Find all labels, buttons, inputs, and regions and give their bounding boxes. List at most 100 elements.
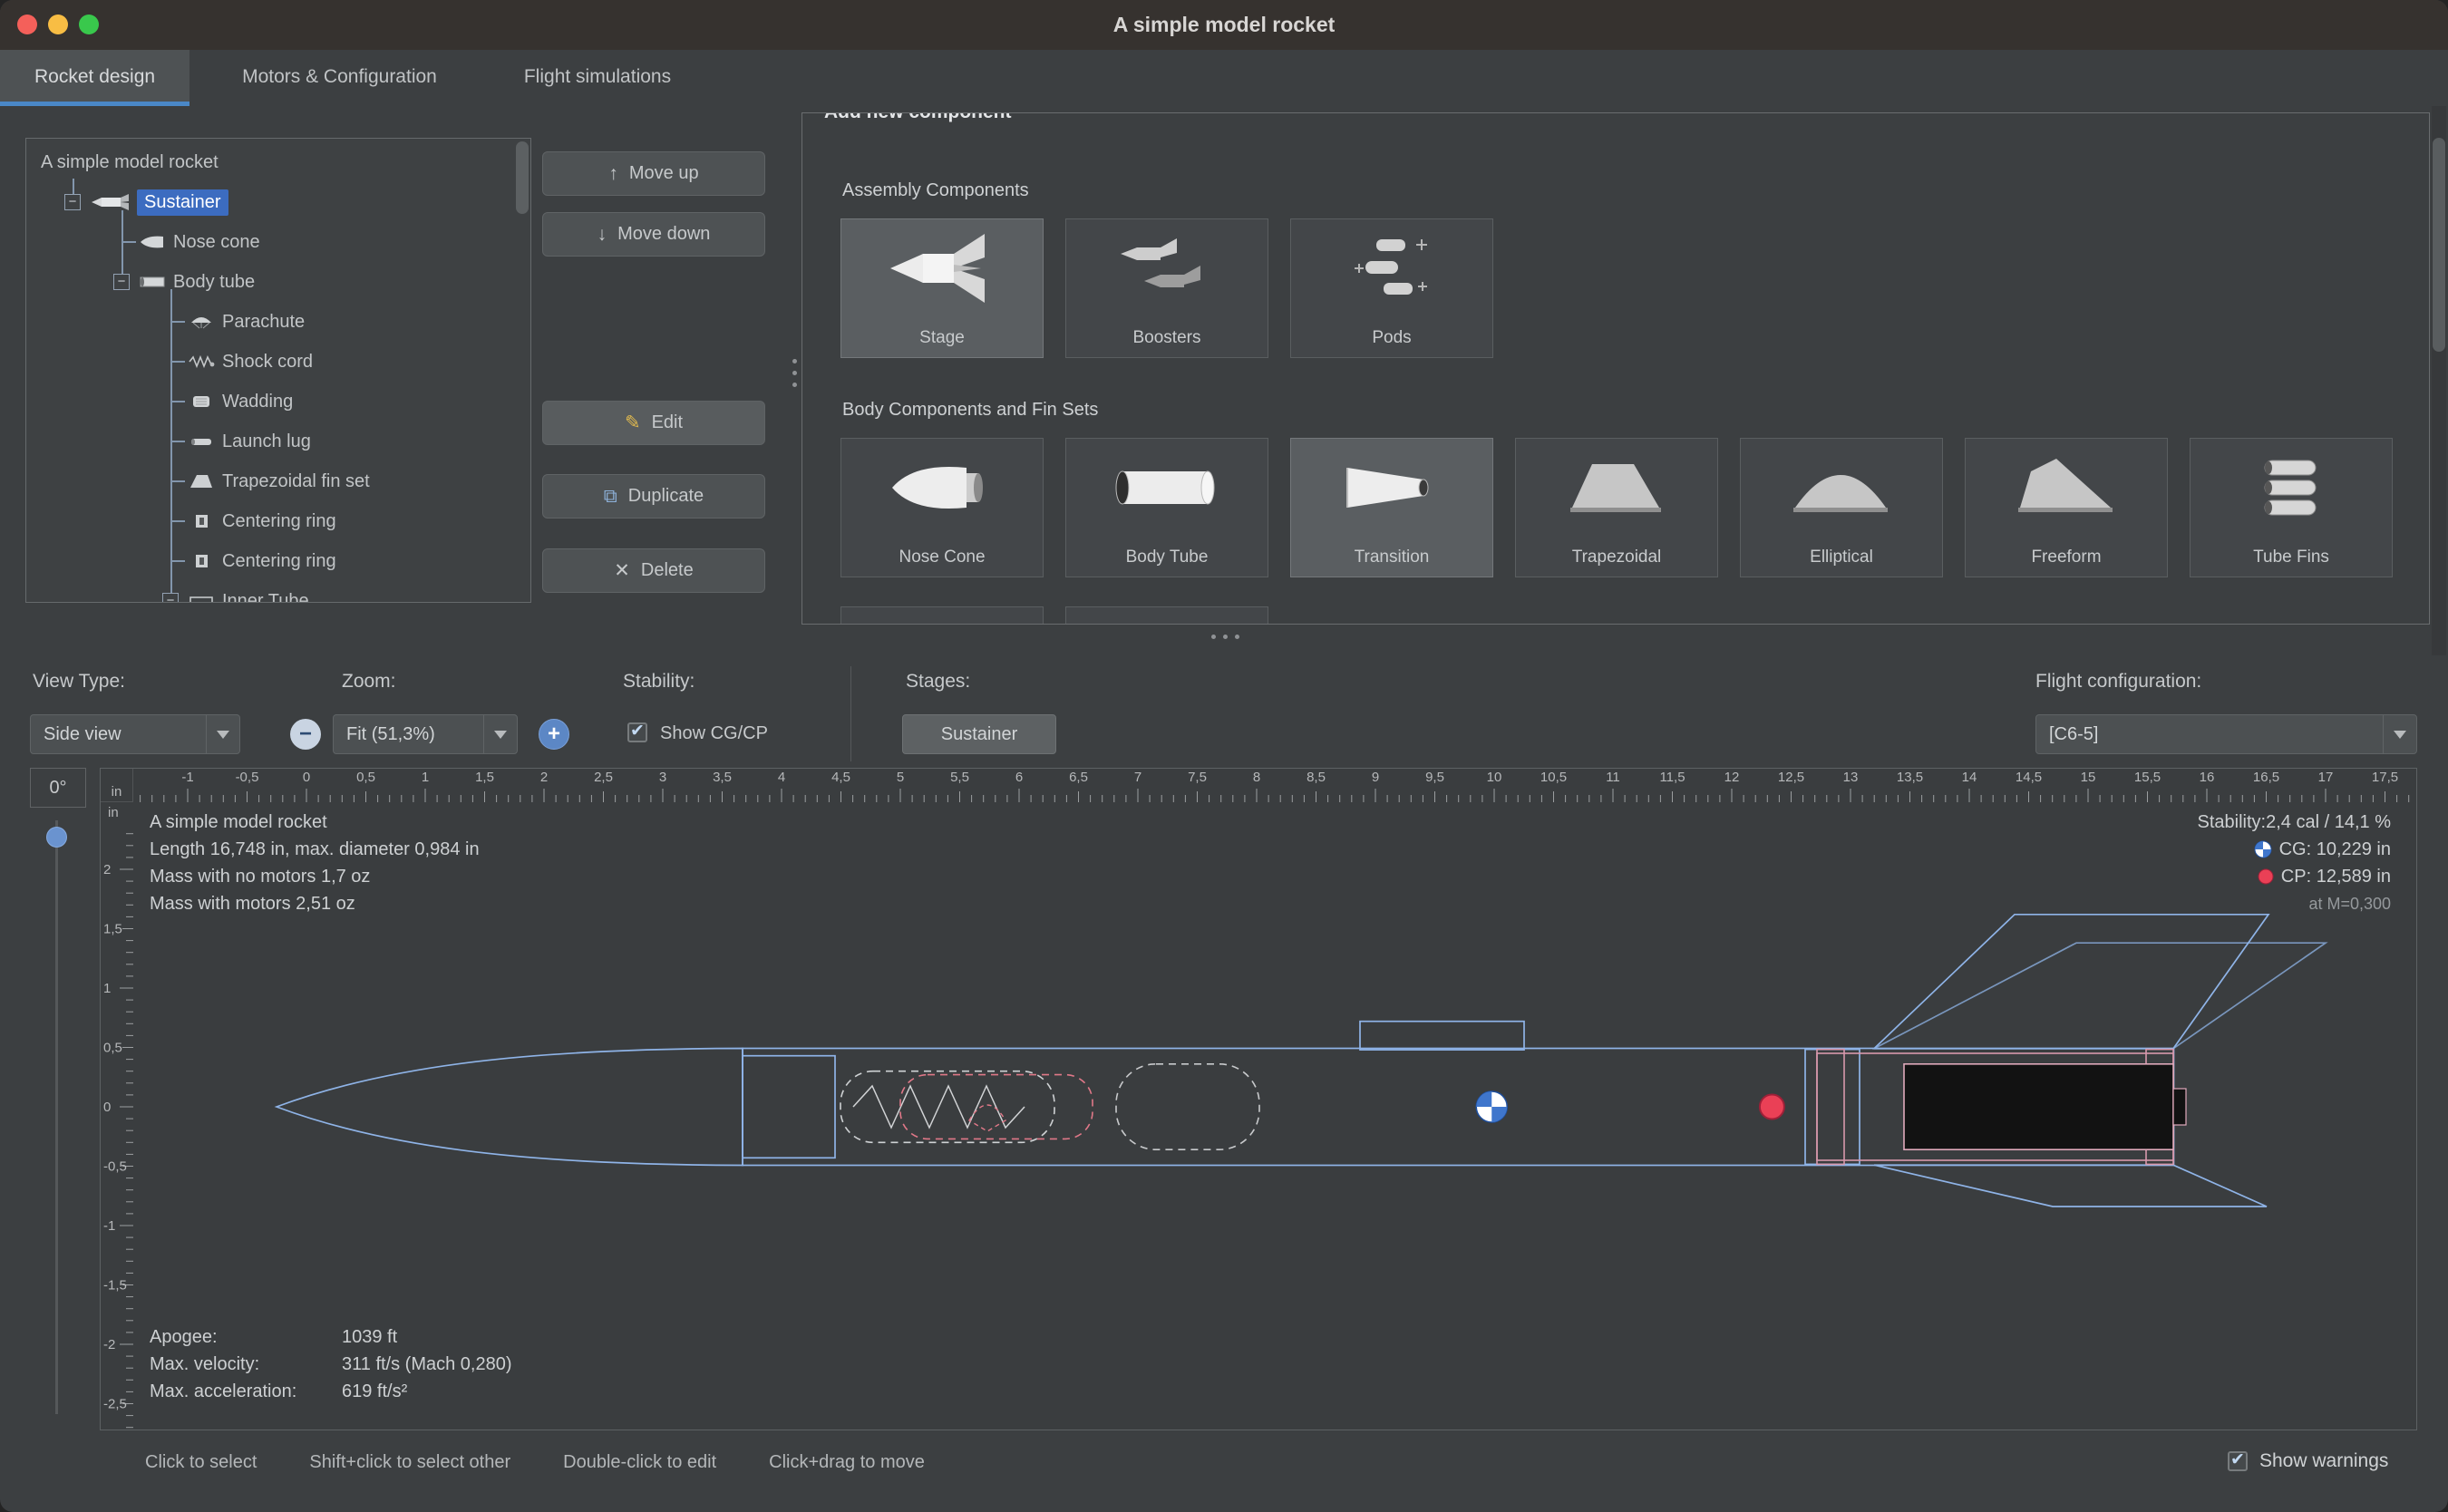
duplicate-button[interactable]: ⧉Duplicate xyxy=(542,474,765,519)
pods-icon xyxy=(1291,230,1492,306)
tree-item-label: Body tube xyxy=(173,272,255,293)
tree-connector xyxy=(170,289,172,600)
tree-connector xyxy=(170,520,185,522)
palette-button-partial[interactable] xyxy=(840,606,1044,625)
nosecone-icon xyxy=(841,450,1043,526)
palette-button-label: Freeform xyxy=(2031,548,2101,567)
rocket-info: A simple model rocket Length 16,748 in, … xyxy=(150,809,480,917)
panel-scrollbar[interactable] xyxy=(2432,106,2446,655)
palette-button-nose-cone[interactable]: Nose Cone xyxy=(840,438,1044,577)
cg-marker xyxy=(1476,1091,1507,1122)
tab-flight-simulations[interactable]: Flight simulations xyxy=(490,50,705,106)
flight-info: Apogee:1039 ft Max. velocity:311 ft/s (M… xyxy=(150,1323,512,1405)
bodytube-icon xyxy=(139,274,166,290)
show-cgcp-label: Show CG/CP xyxy=(660,723,768,744)
delete-button[interactable]: ✕Delete xyxy=(542,548,765,593)
tree-item-label: Centering ring xyxy=(222,511,336,532)
palette-button-boosters[interactable]: Boosters xyxy=(1065,218,1268,358)
svg-text:10,5: 10,5 xyxy=(1540,770,1567,785)
tree-item-shock-cord[interactable]: Shock cord xyxy=(26,342,531,382)
delete-icon: ✕ xyxy=(614,559,630,582)
svg-text:3,5: 3,5 xyxy=(713,770,732,785)
palette-button-tube-fins[interactable]: Tube Fins xyxy=(2190,438,2393,577)
tree-connector xyxy=(73,179,74,194)
rotation-slider-track[interactable] xyxy=(55,820,58,1414)
rocket-view-canvas[interactable]: in -1-0,500,511,522,533,544,555,566,577,… xyxy=(100,768,2417,1430)
tree-expander-icon[interactable]: − xyxy=(113,274,130,290)
move-down-button[interactable]: ↓Move down xyxy=(542,212,765,257)
palette-button-pods[interactable]: Pods xyxy=(1290,218,1493,358)
svg-text:2,5: 2,5 xyxy=(594,770,613,785)
tree-item-label: Centering ring xyxy=(222,551,336,572)
stage-toggle-sustainer[interactable]: Sustainer xyxy=(902,714,1056,754)
tree-item-label: Shock cord xyxy=(222,352,313,373)
zoom-select[interactable]: Fit (51,3%) xyxy=(333,714,518,754)
tree-connector xyxy=(121,210,123,281)
svg-text:14,5: 14,5 xyxy=(2016,770,2042,785)
move-up-button[interactable]: ↑Move up xyxy=(542,151,765,196)
stability-info: Stability:2,4 cal / 14,1 % CG: 10,229 in… xyxy=(2198,809,2391,917)
palette-button-transition[interactable]: Transition xyxy=(1290,438,1493,577)
svg-text:11,5: 11,5 xyxy=(1659,770,1685,785)
tree-item-nose-cone[interactable]: Nose cone xyxy=(26,222,531,262)
tree-connector xyxy=(170,480,185,482)
view-type-label: View Type: xyxy=(33,671,125,693)
tree-item-wadding[interactable]: Wadding xyxy=(26,382,531,422)
controls-divider xyxy=(850,666,851,761)
svg-text:16,5: 16,5 xyxy=(2253,770,2279,785)
show-cgcp-checkbox[interactable] xyxy=(627,722,647,742)
tree-item-label: Trapezoidal fin set xyxy=(222,471,370,492)
tree-connector xyxy=(170,441,185,442)
stages-label: Stages: xyxy=(906,671,970,693)
edit-button[interactable]: ✎Edit xyxy=(542,401,765,445)
trapezoidal-icon xyxy=(1516,450,1717,526)
tab-rocket-design[interactable]: Rocket design xyxy=(0,50,189,106)
bodytube-icon xyxy=(1066,450,1268,526)
palette-button-freeform[interactable]: Freeform xyxy=(1965,438,2168,577)
tree-item-label: A simple model rocket xyxy=(41,152,219,173)
svg-text:16: 16 xyxy=(2200,770,2215,785)
svg-text:0,5: 0,5 xyxy=(103,1041,122,1056)
flight-config-label: Flight configuration: xyxy=(2035,671,2201,693)
palette-button-label: Elliptical xyxy=(1810,548,1873,567)
palette-button-stage[interactable]: Stage xyxy=(840,218,1044,358)
svg-text:0: 0 xyxy=(303,770,310,785)
tree-expander-icon[interactable]: − xyxy=(162,593,179,603)
palette-button-label: Body Tube xyxy=(1126,548,1209,567)
tree-item-a-simple-model-rocket[interactable]: A simple model rocket xyxy=(26,142,531,182)
tree-item-inner-tube[interactable]: Inner Tube xyxy=(26,581,531,603)
component-tree[interactable]: A simple model rocket−SustainerNose cone… xyxy=(25,138,531,603)
palette-button-trapezoidal[interactable]: Trapezoidal xyxy=(1515,438,1718,577)
tree-expander-icon[interactable]: − xyxy=(64,194,81,210)
tree-item-trapezoidal-fin-set[interactable]: Trapezoidal fin set xyxy=(26,461,531,501)
flight-config-select[interactable]: [C6-5] xyxy=(2035,714,2417,754)
tree-item-label: Parachute xyxy=(222,312,305,333)
cp-icon xyxy=(2258,868,2274,885)
palette-button-body-tube[interactable]: Body Tube xyxy=(1065,438,1268,577)
tree-item-centering-ring[interactable]: Centering ring xyxy=(26,501,531,541)
svg-text:1,5: 1,5 xyxy=(103,922,122,937)
add-component-panel: Add new component Assembly ComponentsSta… xyxy=(801,112,2430,625)
palette-button-label: Transition xyxy=(1355,548,1430,567)
zoom-in-button[interactable]: + xyxy=(539,719,569,750)
tree-connector xyxy=(170,361,185,363)
rotation-slider-handle[interactable] xyxy=(46,827,67,848)
palette-button-partial[interactable] xyxy=(1065,606,1268,625)
tree-item-parachute[interactable]: Parachute xyxy=(26,302,531,342)
zoom-out-button[interactable]: − xyxy=(290,719,321,750)
view-type-select[interactable]: Side view xyxy=(30,714,240,754)
rotation-indicator: 0° xyxy=(30,768,86,808)
tree-item-launch-lug[interactable]: Launch lug xyxy=(26,422,531,461)
window-title: A simple model rocket xyxy=(0,0,2448,50)
tree-item-body-tube[interactable]: Body tube xyxy=(26,262,531,302)
launchlug-icon xyxy=(188,433,215,450)
chevron-down-icon xyxy=(483,715,517,753)
tree-item-centering-ring[interactable]: Centering ring xyxy=(26,541,531,581)
cp-marker xyxy=(1760,1095,1784,1119)
palette-button-elliptical[interactable]: Elliptical xyxy=(1740,438,1943,577)
tree-item-sustainer[interactable]: Sustainer xyxy=(26,182,531,222)
tree-connector xyxy=(170,321,185,323)
shockcord-icon xyxy=(188,354,215,370)
show-warnings-checkbox[interactable] xyxy=(2228,1451,2248,1471)
tab-motors-configuration[interactable]: Motors & Configuration xyxy=(208,50,471,106)
